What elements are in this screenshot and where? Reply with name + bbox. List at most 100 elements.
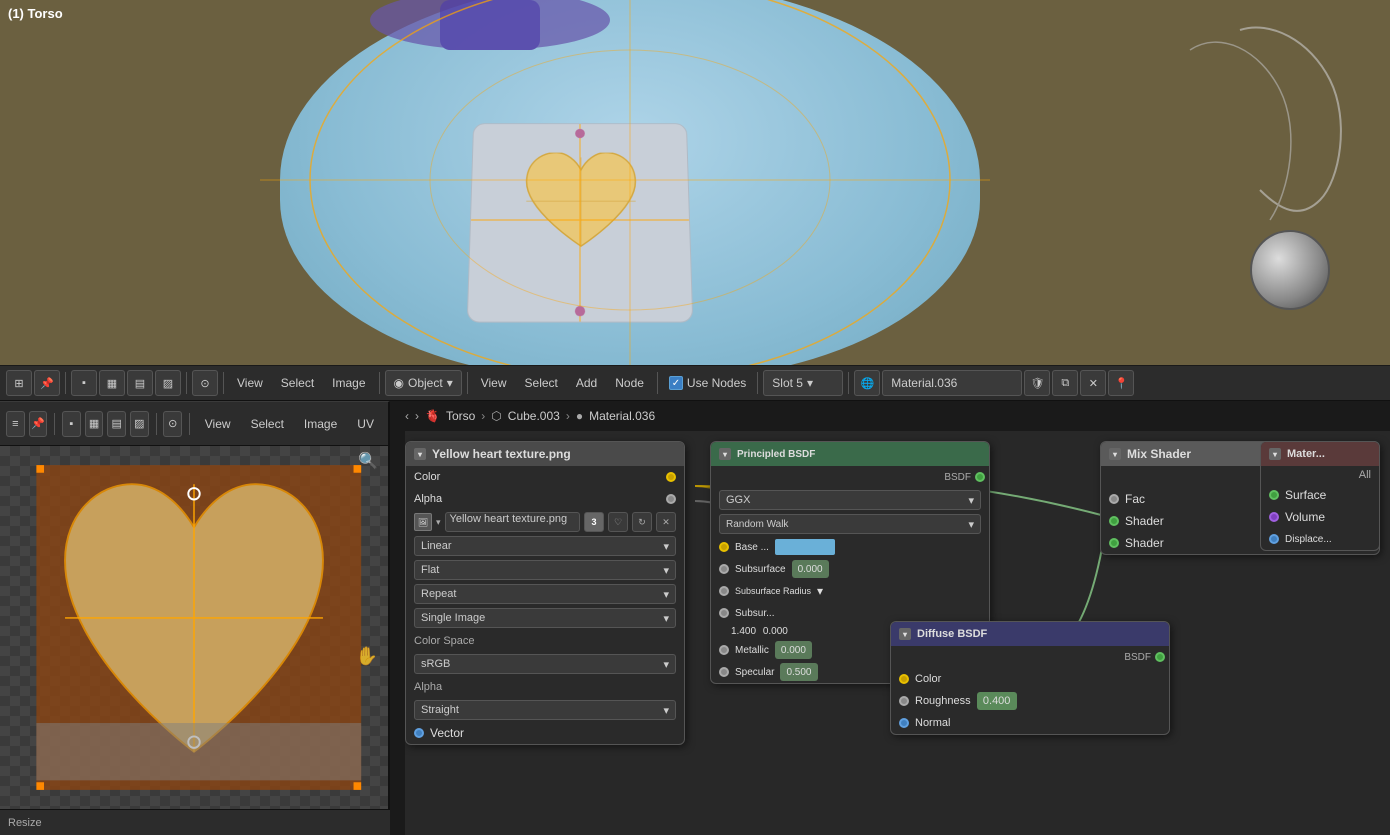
metallic-value[interactable]: 0.000 <box>775 641 812 659</box>
pin-btn[interactable]: 📌 <box>34 370 60 396</box>
color-space-dropdown[interactable]: sRGB ▾ <box>414 654 676 674</box>
shader2-socket[interactable] <box>1109 538 1119 548</box>
overlay-btn[interactable]: ⊙ <box>192 370 218 396</box>
select-menu-btn[interactable]: Select <box>273 370 322 396</box>
uv-layout-2[interactable]: ▦ <box>85 411 104 437</box>
image-name-field[interactable]: Yellow heart texture.png <box>445 512 580 532</box>
uv-layout-4[interactable]: ▨ <box>130 411 149 437</box>
node-editor[interactable]: ▾ Yellow heart texture.png Color Alpha 🖼… <box>405 431 1390 835</box>
roughness-socket[interactable] <box>899 696 909 706</box>
shield-icon[interactable]: 🛡 <box>1024 370 1050 396</box>
layout-btn-2[interactable]: ▦ <box>99 370 125 396</box>
reload-btn[interactable]: ↻ <box>632 512 652 532</box>
layout-btn-3[interactable]: ▤ <box>127 370 153 396</box>
nav-fwd-btn[interactable]: › <box>415 409 419 423</box>
uv-uv-btn[interactable]: UV <box>349 411 382 437</box>
interpolation-dropdown[interactable]: Linear ▾ <box>414 536 676 556</box>
alpha-output-socket[interactable] <box>666 494 676 504</box>
object-mode-dropdown[interactable]: ◉ Object ▾ <box>385 370 462 396</box>
texture-image-node[interactable]: ▾ Yellow heart texture.png Color Alpha 🖼… <box>405 441 685 745</box>
diffuse-color-socket[interactable] <box>899 674 909 684</box>
fac-socket[interactable] <box>1109 494 1119 504</box>
add-menu-btn[interactable]: Add <box>568 370 605 396</box>
uv-image-btn[interactable]: Image <box>296 411 345 437</box>
shader1-socket[interactable] <box>1109 516 1119 526</box>
alpha-dropdown-row[interactable]: Straight ▾ <box>406 698 684 722</box>
breadcrumb-cube[interactable]: Cube.003 <box>508 409 560 423</box>
bsdf-output-socket[interactable] <box>975 472 985 482</box>
subsurface-method-dropdown[interactable]: Random Walk ▾ <box>719 514 981 534</box>
close-material-btn[interactable]: ✕ <box>1080 370 1106 396</box>
uv-view-btn[interactable]: View <box>197 411 239 437</box>
uv-layout-3[interactable]: ▤ <box>107 411 126 437</box>
image-menu-btn[interactable]: Image <box>324 370 373 396</box>
extension-row[interactable]: Repeat ▾ <box>406 582 684 606</box>
breadcrumb-torso[interactable]: Torso <box>446 409 475 423</box>
uv-editor[interactable]: ≡ 📌 ▪ ▦ ▤ ▨ ⊙ View Select Image UV <box>0 401 390 835</box>
tool-mode-btn[interactable]: ⊞ <box>6 370 32 396</box>
subsurface-method-row[interactable]: Random Walk ▾ <box>711 512 989 536</box>
breadcrumb-material[interactable]: Material.036 <box>589 409 655 423</box>
distribution-dropdown[interactable]: GGX ▾ <box>719 490 981 510</box>
material-output-collapse-btn[interactable]: ▾ <box>1269 448 1281 460</box>
subsur-socket[interactable] <box>719 608 729 618</box>
subsurface-value[interactable]: 0.000 <box>792 560 829 578</box>
pin-material-btn[interactable]: 📍 <box>1108 370 1134 396</box>
specular-value[interactable]: 0.500 <box>780 663 817 681</box>
volume-socket[interactable] <box>1269 512 1279 522</box>
base-color-swatch[interactable] <box>775 539 835 555</box>
mix-shader-collapse-btn[interactable]: ▾ <box>1109 448 1121 460</box>
source-dropdown[interactable]: Single Image ▾ <box>414 608 676 628</box>
select2-menu-btn[interactable]: Select <box>517 370 566 396</box>
uv-canvas[interactable]: ✋ 🔍 <box>0 446 388 809</box>
uv-overlay-btn[interactable]: ⊙ <box>163 411 182 437</box>
material-world-icon[interactable]: 🌐 <box>854 370 880 396</box>
node-menu-btn[interactable]: Node <box>607 370 652 396</box>
view2-menu-btn[interactable]: View <box>473 370 515 396</box>
principled-collapse-btn[interactable]: ▾ <box>719 448 731 460</box>
uv-layout-1[interactable]: ▪ <box>62 411 81 437</box>
view-menu-btn[interactable]: View <box>229 370 271 396</box>
subsurface-socket[interactable] <box>719 564 729 574</box>
close-image-btn[interactable]: ✕ <box>656 512 676 532</box>
projection-dropdown[interactable]: Flat ▾ <box>414 560 676 580</box>
specular-socket[interactable] <box>719 667 729 677</box>
subsurface-radius-socket[interactable] <box>719 586 729 596</box>
uv-select-btn[interactable]: Select <box>243 411 292 437</box>
projection-row[interactable]: Flat ▾ <box>406 558 684 582</box>
alpha-dropdown[interactable]: Straight ▾ <box>414 700 676 720</box>
displacement-socket[interactable] <box>1269 534 1279 544</box>
uv-pin-btn[interactable]: 📌 <box>29 411 48 437</box>
surface-socket[interactable] <box>1269 490 1279 500</box>
color-space-dropdown-row[interactable]: sRGB ▾ <box>406 652 684 676</box>
layout-btn-4[interactable]: ▨ <box>155 370 181 396</box>
interpolation-row[interactable]: Linear ▾ <box>406 534 684 558</box>
zoom-icon[interactable]: 🔍 <box>358 451 378 471</box>
copy-icon[interactable]: ⧉ <box>1052 370 1078 396</box>
heart-icon-btn[interactable]: ♡ <box>608 512 628 532</box>
diffuse-collapse-btn[interactable]: ▾ <box>899 628 911 640</box>
distribution-arrow: ▾ <box>968 494 974 507</box>
distribution-row[interactable]: GGX ▾ <box>711 488 989 512</box>
vector-input-socket[interactable] <box>414 728 424 738</box>
extension-dropdown[interactable]: Repeat ▾ <box>414 584 676 604</box>
base-color-socket[interactable] <box>719 542 729 552</box>
diffuse-bsdf-node[interactable]: ▾ Diffuse BSDF BSDF Color Roughness 0.40… <box>890 621 1170 735</box>
color-space-value: sRGB <box>421 658 450 670</box>
layout-btn-1[interactable]: ▪ <box>71 370 97 396</box>
texture-collapse-btn[interactable]: ▾ <box>414 448 426 460</box>
3d-viewport[interactable]: (1) Torso <box>0 0 1390 365</box>
color-output-socket[interactable] <box>666 472 676 482</box>
nav-back-btn[interactable]: ‹ <box>405 409 409 423</box>
use-nodes-checkbox[interactable]: ✓ <box>669 376 683 390</box>
slot-dropdown[interactable]: Slot 5 ▾ <box>763 370 843 396</box>
material-name-field[interactable]: Material.036 <box>882 370 1022 396</box>
use-nodes-toggle[interactable]: ✓ Use Nodes <box>663 376 752 390</box>
diffuse-bsdf-socket[interactable] <box>1155 652 1165 662</box>
material-output-node[interactable]: ▾ Mater... All Surface Volume Displace..… <box>1260 441 1380 551</box>
normal-socket[interactable] <box>899 718 909 728</box>
metallic-socket[interactable] <box>719 645 729 655</box>
source-row[interactable]: Single Image ▾ <box>406 606 684 630</box>
uv-mode-btn[interactable]: ≡ <box>6 411 25 437</box>
roughness-value[interactable]: 0.400 <box>977 692 1017 710</box>
